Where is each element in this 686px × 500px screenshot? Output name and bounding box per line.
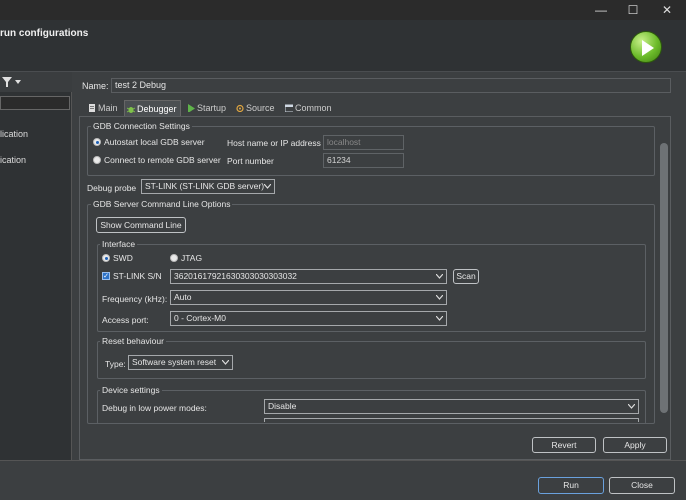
vertical-scrollbar[interactable] [659,121,670,421]
list-item[interactable]: ication [0,155,26,165]
tab-main[interactable]: Main [86,100,121,116]
dialog-footer: Run Close [0,460,686,500]
minimize-button[interactable]: — [586,0,616,20]
reset-type-value: Software system reset [132,357,217,367]
debug-probe-select[interactable]: ST-LINK (ST-LINK GDB server) [141,179,275,194]
stlink-sn-select[interactable]: 36201617921630303030303032 [170,269,447,284]
show-command-line-button[interactable]: Show Command Line [96,217,186,233]
swd-radio[interactable] [102,254,110,262]
scan-button[interactable]: Scan [453,269,479,284]
revert-button[interactable]: Revert [532,437,596,453]
configuration-list-panel: lication ication [0,72,72,460]
chevron-down-icon [436,295,443,300]
apply-button[interactable]: Apply [603,437,667,453]
host-label: Host name or IP address [227,138,321,148]
title-bar: — ☐ ✕ [0,0,686,20]
tab-label: Source [246,103,275,113]
debug-probe-value: ST-LINK (ST-LINK GDB server) [145,181,265,191]
chevron-down-icon [436,316,443,321]
name-input[interactable]: test 2 Debug [111,78,671,93]
chevron-down-icon [628,404,635,409]
list-item[interactable]: lication [0,129,28,139]
low-power-select[interactable]: Disable [264,399,639,414]
host-field[interactable]: localhost [323,135,404,150]
play-icon [642,40,654,56]
chevron-down-icon [222,360,229,365]
frequency-value: Auto [174,292,192,302]
tab-label: Debugger [137,104,177,114]
stlink-sn-checkbox[interactable]: ✓ [102,272,110,280]
bug-icon [127,107,135,113]
run-button[interactable]: Run [538,477,604,494]
close-button[interactable]: Close [609,477,675,494]
low-power-value: Disable [268,401,297,411]
scrollbar-thumb[interactable] [660,143,668,413]
dialog-title: run configurations [0,28,89,39]
group-title: GDB Connection Settings [91,121,192,131]
tab-common[interactable]: Common [283,100,335,116]
group-title: Reset behaviour [100,336,166,346]
low-power-label: Debug in low power modes: [102,403,207,413]
group-title: GDB Server Command Line Options [91,199,233,209]
port-label: Port number [227,156,274,166]
access-port-value: 0 - Cortex-M0 [174,313,226,323]
chevron-down-icon [436,274,443,279]
filter-icon[interactable] [2,77,12,87]
remote-label: Connect to remote GDB server [104,155,221,165]
stlink-sn-label: ST-LINK S/N [113,271,162,281]
filter-input[interactable] [0,96,70,110]
close-window-button[interactable]: ✕ [652,0,682,20]
window-icon [285,104,293,112]
document-icon [89,104,95,112]
tab-label: Common [295,103,332,113]
play-icon [188,104,195,112]
maximize-button[interactable]: ☐ [618,0,648,20]
debug-probe-label: Debug probe [87,183,137,193]
access-port-select[interactable]: 0 - Cortex-M0 [170,311,447,326]
tab-label: Main [98,103,118,113]
autostart-label: Autostart local GDB server [104,137,205,147]
chevron-down-icon[interactable] [15,80,21,84]
dialog-header: run configurations [0,20,686,72]
frequency-label: Frequency (kHz): [102,294,168,304]
reset-type-select[interactable]: Software system reset [128,355,233,370]
tab-debugger[interactable]: Debugger [124,100,181,116]
group-title: Interface [100,239,138,249]
port-field[interactable]: 61234 [323,153,404,168]
stlink-sn-value: 36201617921630303030303032 [174,271,297,281]
swd-label: SWD [113,253,133,263]
autostart-radio[interactable] [93,138,101,146]
source-icon [236,104,244,112]
tab-source[interactable]: Source [234,100,279,116]
run-icon [630,31,662,63]
chevron-down-icon [264,184,271,189]
remote-radio[interactable] [93,156,101,164]
name-label: Name: [82,81,109,91]
frequency-select[interactable]: Auto [170,290,447,305]
gdb-connection-group [87,126,655,176]
access-port-label: Access port: [102,315,149,325]
left-toolbar [0,72,72,92]
group-title: Device settings [100,385,162,395]
next-select-partial [264,418,639,422]
tab-startup[interactable]: Startup [185,100,229,116]
reset-type-label: Type: [105,359,126,369]
jtag-label: JTAG [181,253,203,263]
tab-label: Startup [197,103,227,113]
jtag-radio[interactable] [170,254,178,262]
